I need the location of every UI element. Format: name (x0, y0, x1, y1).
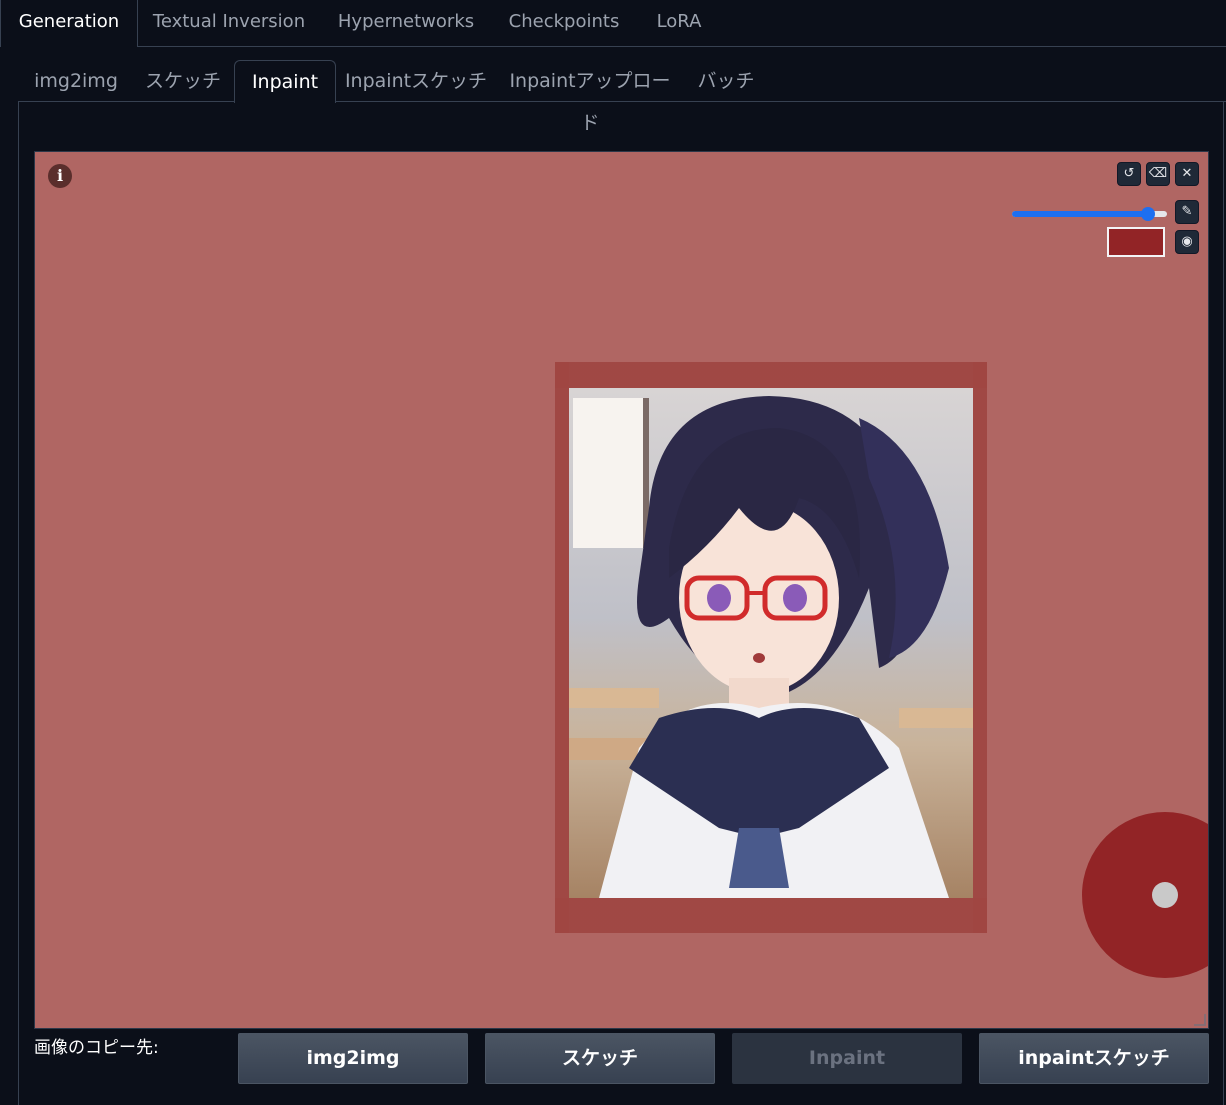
copy-to-sketch-button[interactable]: スケッチ (485, 1033, 715, 1084)
mask-overlay (555, 362, 987, 933)
img2img-mode-tabs: img2img スケッチ Inpaint Inpaintスケッチ Inpaint… (18, 60, 1226, 134)
top-tab-bar: Generation Textual Inversion Hypernetwor… (0, 0, 1226, 47)
tab-sketch[interactable]: スケッチ (138, 60, 228, 101)
info-icon[interactable]: i (48, 164, 72, 188)
tab-img2img[interactable]: img2img (18, 60, 134, 101)
resize-grip[interactable] (1194, 1014, 1206, 1026)
tab-lora[interactable]: LoRA (644, 0, 714, 46)
eraser-icon[interactable]: ⌫ (1146, 162, 1170, 186)
undo-icon[interactable]: ↺ (1117, 162, 1141, 186)
tab-checkpoints[interactable]: Checkpoints (496, 0, 632, 46)
tab-generation[interactable]: Generation (0, 0, 138, 47)
tab-textual-inversion[interactable]: Textual Inversion (142, 0, 316, 46)
brush-cursor (1082, 812, 1208, 978)
webui-page: Generation Textual Inversion Hypernetwor… (0, 0, 1226, 1105)
tab-inpaint[interactable]: Inpaint (234, 60, 336, 103)
tab-hypernetworks[interactable]: Hypernetworks (326, 0, 486, 46)
source-image (555, 362, 987, 933)
brush-size-thumb[interactable] (1141, 207, 1156, 221)
palette-icon[interactable]: ◉ (1175, 230, 1199, 254)
brush-size-slider[interactable] (1012, 207, 1167, 221)
brush-size-fill (1012, 211, 1149, 217)
copy-to-label: 画像のコピー先: (34, 1038, 159, 1058)
brush-color-swatch[interactable] (1107, 227, 1165, 257)
inpaint-canvas[interactable]: i ↺ ⌫ ✕ ✎ ◉ (34, 151, 1209, 1029)
copy-to-inpaint-sketch-button[interactable]: inpaintスケッチ (979, 1033, 1209, 1084)
brush-cursor-center (1152, 882, 1178, 908)
brush-icon[interactable]: ✎ (1175, 200, 1199, 224)
copy-to-img2img-button[interactable]: img2img (238, 1033, 468, 1084)
tab-inpaint-sketch[interactable]: Inpaintスケッチ (340, 60, 492, 101)
copy-to-inpaint-button[interactable]: Inpaint (732, 1033, 962, 1084)
close-icon[interactable]: ✕ (1175, 162, 1199, 186)
tab-batch[interactable]: バッチ (690, 60, 762, 101)
tab-inpaint-upload[interactable]: Inpaintアップロード (504, 60, 676, 134)
